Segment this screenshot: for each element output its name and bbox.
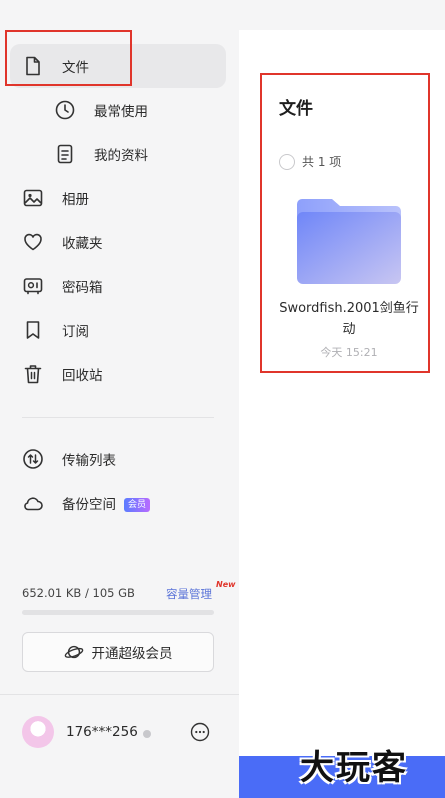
more-options-icon[interactable]	[190, 722, 210, 742]
clock-icon	[55, 100, 75, 120]
document-icon	[57, 144, 73, 164]
sidebar-item-trash[interactable]: 回收站	[10, 352, 226, 396]
sidebar-item-backup[interactable]: 备份空间 会员	[10, 481, 226, 525]
main-content: 文件 共 1 项 Swordfish.2001剑鱼行动 今天 15:21	[239, 30, 445, 798]
sidebar-item-album[interactable]: 相册	[10, 176, 226, 220]
page-title: 文件	[279, 99, 313, 119]
sidebar: 文件 最常使用 我的资料 相册 收藏夹 密码箱 订阅 回收站 传输列表 备份空间…	[0, 30, 239, 798]
title-bar	[0, 0, 445, 30]
user-status-dot	[143, 730, 151, 738]
sidebar-item-my-documents[interactable]: 我的资料	[10, 132, 226, 176]
sidebar-item-label: 密码箱	[62, 280, 103, 296]
sidebar-item-subscriptions[interactable]: 订阅	[10, 308, 226, 352]
bookmark-icon	[26, 321, 40, 339]
transfer-icon	[23, 449, 43, 469]
sidebar-item-label: 备份空间 会员	[62, 493, 151, 513]
sidebar-divider	[22, 417, 214, 418]
file-time: 今天 15:21	[320, 346, 378, 359]
vip-badge: 会员	[124, 498, 151, 512]
heart-icon	[24, 233, 42, 251]
select-all-radio[interactable]	[279, 154, 295, 170]
planet-icon	[64, 645, 83, 659]
sidebar-item-label: 回收站	[62, 368, 103, 384]
sidebar-item-label: 相册	[62, 192, 89, 208]
folder-icon[interactable]	[297, 198, 401, 284]
watermark-text: 大玩客	[300, 748, 408, 788]
safe-icon	[23, 278, 43, 295]
sidebar-item-frequent[interactable]: 最常使用	[10, 88, 226, 132]
sidebar-item-files[interactable]: 文件	[10, 44, 226, 88]
sidebar-bottom-divider	[0, 694, 239, 695]
storage-manage-link[interactable]: 容量管理	[166, 586, 212, 602]
sidebar-item-favorites[interactable]: 收藏夹	[10, 220, 226, 264]
vip-button-label: 开通超级会员	[91, 646, 173, 662]
sidebar-item-safe[interactable]: 密码箱	[10, 264, 226, 308]
sidebar-item-label: 最常使用	[94, 104, 148, 120]
open-super-vip-button[interactable]: 开通超级会员	[22, 632, 214, 672]
storage-usage: 652.01 KB / 105 GB	[22, 586, 135, 600]
file-icon	[26, 56, 40, 76]
avatar[interactable]	[22, 716, 54, 748]
sidebar-item-transfers[interactable]: 传输列表	[10, 437, 226, 481]
sidebar-item-label: 传输列表	[62, 453, 116, 469]
sidebar-item-label: 文件	[62, 60, 89, 76]
storage-progress-bar	[22, 610, 214, 615]
trash-icon	[24, 365, 42, 384]
item-count: 共 1 项	[302, 155, 342, 169]
file-name[interactable]: Swordfish.2001剑鱼行动	[279, 298, 419, 340]
sidebar-item-label: 我的资料	[94, 148, 148, 164]
sidebar-item-label: 收藏夹	[62, 236, 103, 252]
new-tag: New	[216, 580, 236, 589]
sidebar-item-label: 订阅	[62, 324, 89, 340]
user-name: 176***256	[66, 724, 138, 740]
image-icon	[23, 189, 43, 207]
cloud-icon	[24, 497, 43, 511]
